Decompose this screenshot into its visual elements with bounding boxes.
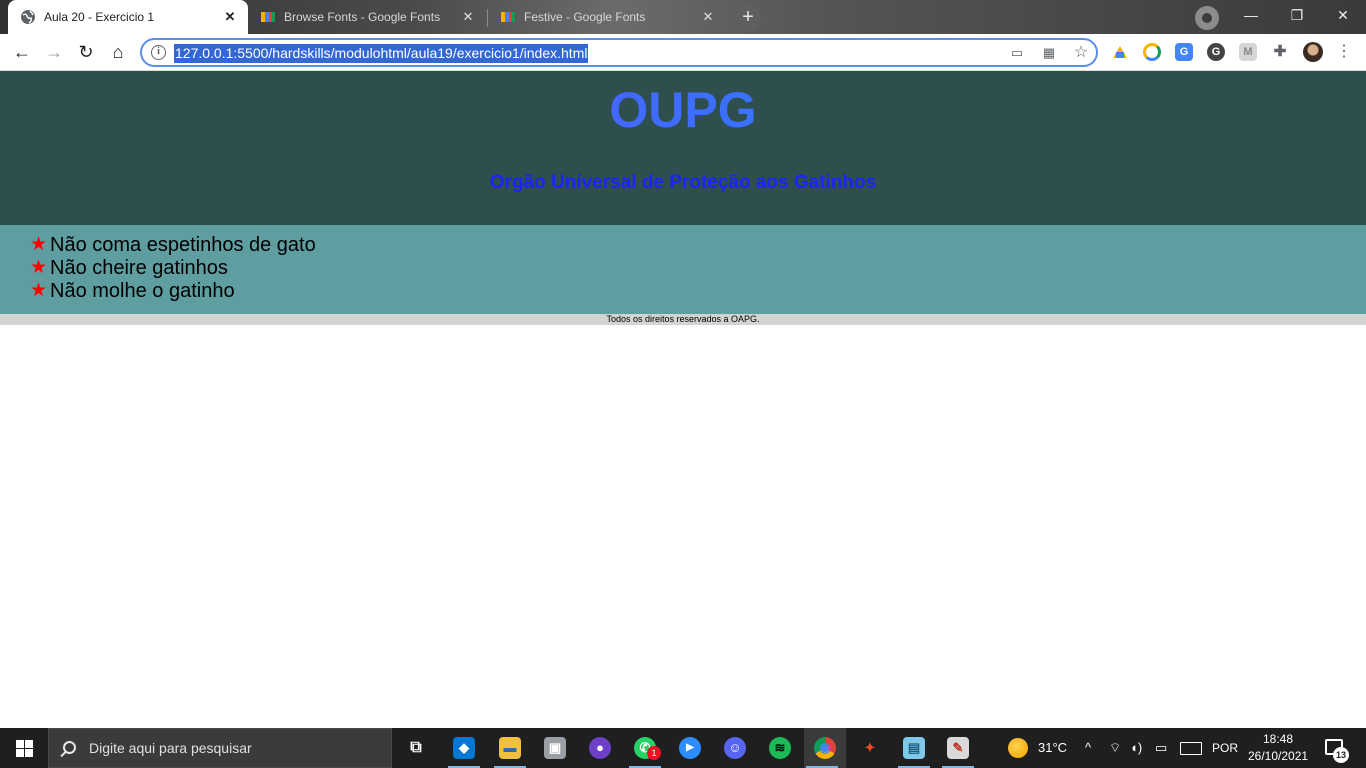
notification-badge: 1 bbox=[647, 746, 661, 760]
taskbar-app-discord[interactable]: ☺ bbox=[717, 728, 753, 768]
taskbar-search-box[interactable]: Digite aqui para pesquisar bbox=[48, 728, 392, 768]
wifi-icon[interactable]: ⌔ bbox=[1109, 739, 1121, 757]
keyboard-icon[interactable] bbox=[1180, 742, 1202, 755]
extensions-puzzle-icon[interactable]: ✚ bbox=[1271, 43, 1289, 61]
close-tab-icon[interactable]: ✕ bbox=[700, 9, 716, 25]
site-subtitle: Orgão Universal de Proteção aos Gatinhos bbox=[489, 172, 877, 193]
taskbar-app-explorer[interactable]: ▬ bbox=[492, 728, 528, 768]
red-star-icon: ★ bbox=[30, 256, 48, 278]
task-view-icon: ⧉ bbox=[410, 739, 422, 756]
tab-search-button[interactable] bbox=[1195, 6, 1219, 30]
google-translate-extension-icon[interactable]: G bbox=[1175, 43, 1193, 61]
taskbar-app-chrome[interactable]: ◉ bbox=[804, 728, 846, 768]
chrome-icon: ◉ bbox=[814, 737, 836, 759]
red-star-icon: ★ bbox=[30, 279, 48, 301]
taskbar-app-spotify[interactable]: ≋ bbox=[762, 728, 798, 768]
search-placeholder: Digite aqui para pesquisar bbox=[89, 740, 252, 756]
qr-code-icon[interactable]: ▦ bbox=[1040, 44, 1058, 62]
browser-tab-strip: Aula 20 - Exercicio 1 ✕ Browse Fonts - G… bbox=[0, 0, 1366, 34]
m-extension-icon[interactable]: M bbox=[1239, 43, 1257, 61]
taskbar-app-paint[interactable]: ✎ bbox=[940, 728, 976, 768]
taskbar-app-notes[interactable]: ▤ bbox=[896, 728, 932, 768]
site-footer: Todos os direitos reservados a OAPG. bbox=[0, 314, 1366, 325]
taskbar-app-zoom[interactable]: ▶ bbox=[672, 728, 708, 768]
grammarly-extension-icon[interactable]: G bbox=[1207, 43, 1225, 61]
site-info-icon[interactable]: i bbox=[151, 45, 166, 60]
windows-logo-icon bbox=[16, 749, 24, 757]
paint-app-icon: ✎ bbox=[947, 737, 969, 759]
forward-button[interactable]: → bbox=[40, 38, 68, 66]
vscode-icon: ◆ bbox=[453, 737, 475, 759]
browser-toolbar: ← → ↻ ⌂ i 127.0.0.1:5500/hardskills/modu… bbox=[0, 34, 1366, 71]
list-item: ★ Não molhe o gatinho bbox=[30, 280, 1366, 303]
back-button[interactable]: ← bbox=[8, 38, 36, 66]
battery-icon[interactable]: ▭ bbox=[1155, 739, 1167, 757]
rule-text: Não molhe o gatinho bbox=[50, 280, 235, 302]
spotify-icon: ≋ bbox=[769, 737, 791, 759]
rule-text: Não cheire gatinhos bbox=[50, 257, 228, 279]
bookmark-star-icon[interactable]: ☆ bbox=[1072, 44, 1090, 62]
tab-title: Browse Fonts - Google Fonts bbox=[284, 10, 441, 24]
tab-title: Festive - Google Fonts bbox=[524, 10, 646, 24]
windows-logo-icon bbox=[16, 740, 24, 748]
refresh-extension-icon[interactable] bbox=[1143, 43, 1161, 61]
taskbar-app-whatsapp[interactable]: ✆ 1 bbox=[627, 728, 663, 768]
red-star-icon: ★ bbox=[30, 233, 48, 255]
taskbar-app-vscode[interactable]: ◆ bbox=[446, 728, 482, 768]
tab-aula-20[interactable]: Aula 20 - Exercicio 1 ✕ bbox=[8, 0, 248, 34]
taskbar-app-github[interactable]: ● bbox=[582, 728, 618, 768]
google-fonts-icon bbox=[501, 12, 515, 22]
photos-app-icon: ▣ bbox=[544, 737, 566, 759]
close-tab-icon[interactable]: ✕ bbox=[222, 9, 238, 25]
list-item: ★ Não cheire gatinhos bbox=[30, 257, 1366, 280]
notes-app-icon: ▤ bbox=[903, 737, 925, 759]
site-title: OUPG bbox=[0, 81, 1366, 139]
sun-weather-icon[interactable] bbox=[1008, 738, 1028, 758]
discord-icon: ☺ bbox=[724, 737, 746, 759]
google-drive-extension-icon[interactable] bbox=[1111, 43, 1129, 61]
kebab-menu-icon[interactable]: ⋮ bbox=[1336, 42, 1352, 62]
tab-browse-fonts[interactable]: Browse Fonts - Google Fonts ✕ bbox=[248, 0, 486, 34]
weather-temperature[interactable]: 31°C bbox=[1038, 740, 1067, 755]
site-header: OUPG Orgão Universal de Proteção aos Gat… bbox=[0, 71, 1366, 225]
close-window-button[interactable]: ✕ bbox=[1320, 0, 1366, 30]
windows-logo-icon bbox=[25, 740, 33, 748]
reload-button[interactable]: ↻ bbox=[72, 38, 100, 66]
github-desktop-icon: ● bbox=[589, 737, 611, 759]
figma-icon: ✦ bbox=[859, 737, 881, 759]
globe-icon bbox=[21, 10, 35, 24]
start-button[interactable] bbox=[0, 728, 48, 768]
input-language[interactable]: POR bbox=[1212, 739, 1238, 757]
new-tab-button[interactable]: + bbox=[735, 5, 761, 31]
notification-count-badge: 13 bbox=[1333, 747, 1349, 763]
zoom-icon: ▶ bbox=[679, 737, 701, 759]
taskbar-app-photos[interactable]: ▣ bbox=[537, 728, 573, 768]
volume-icon[interactable]: ◖) bbox=[1130, 739, 1142, 757]
windows-taskbar: Digite aqui para pesquisar ⧉ ◆ ▬ ▣ ● ✆ 1… bbox=[0, 728, 1366, 768]
tab-title: Aula 20 - Exercicio 1 bbox=[44, 10, 155, 24]
clock-time[interactable]: 18:48 bbox=[1262, 732, 1294, 746]
search-icon bbox=[63, 741, 76, 754]
task-view-button[interactable]: ⧉ bbox=[398, 728, 434, 768]
url-text[interactable]: 127.0.0.1:5500/hardskills/modulohtml/aul… bbox=[174, 44, 589, 63]
windows-logo-icon bbox=[25, 749, 33, 757]
install-app-icon[interactable]: ▭ bbox=[1008, 44, 1026, 62]
rule-text: Não coma espetinhos de gato bbox=[50, 234, 316, 256]
address-bar[interactable]: i 127.0.0.1:5500/hardskills/modulohtml/a… bbox=[140, 38, 1098, 67]
chevron-up-icon[interactable]: ^ bbox=[1085, 739, 1091, 757]
google-fonts-icon bbox=[261, 12, 275, 22]
clock-date[interactable]: 26/10/2021 bbox=[1248, 749, 1308, 763]
web-page-viewport: OUPG Orgão Universal de Proteção aos Gat… bbox=[0, 71, 1366, 728]
profile-avatar[interactable] bbox=[1303, 42, 1323, 62]
close-tab-icon[interactable]: ✕ bbox=[460, 9, 476, 25]
file-explorer-icon: ▬ bbox=[499, 737, 521, 759]
maximize-button[interactable]: ❐ bbox=[1274, 0, 1320, 30]
tab-festive[interactable]: Festive - Google Fonts ✕ bbox=[488, 0, 726, 34]
taskbar-app-figma[interactable]: ✦ bbox=[852, 728, 888, 768]
minimize-button[interactable]: — bbox=[1228, 0, 1274, 30]
home-button[interactable]: ⌂ bbox=[104, 38, 132, 66]
rules-list: ★ Não coma espetinhos de gato ★ Não chei… bbox=[0, 225, 1366, 314]
list-item: ★ Não coma espetinhos de gato bbox=[30, 234, 1366, 257]
